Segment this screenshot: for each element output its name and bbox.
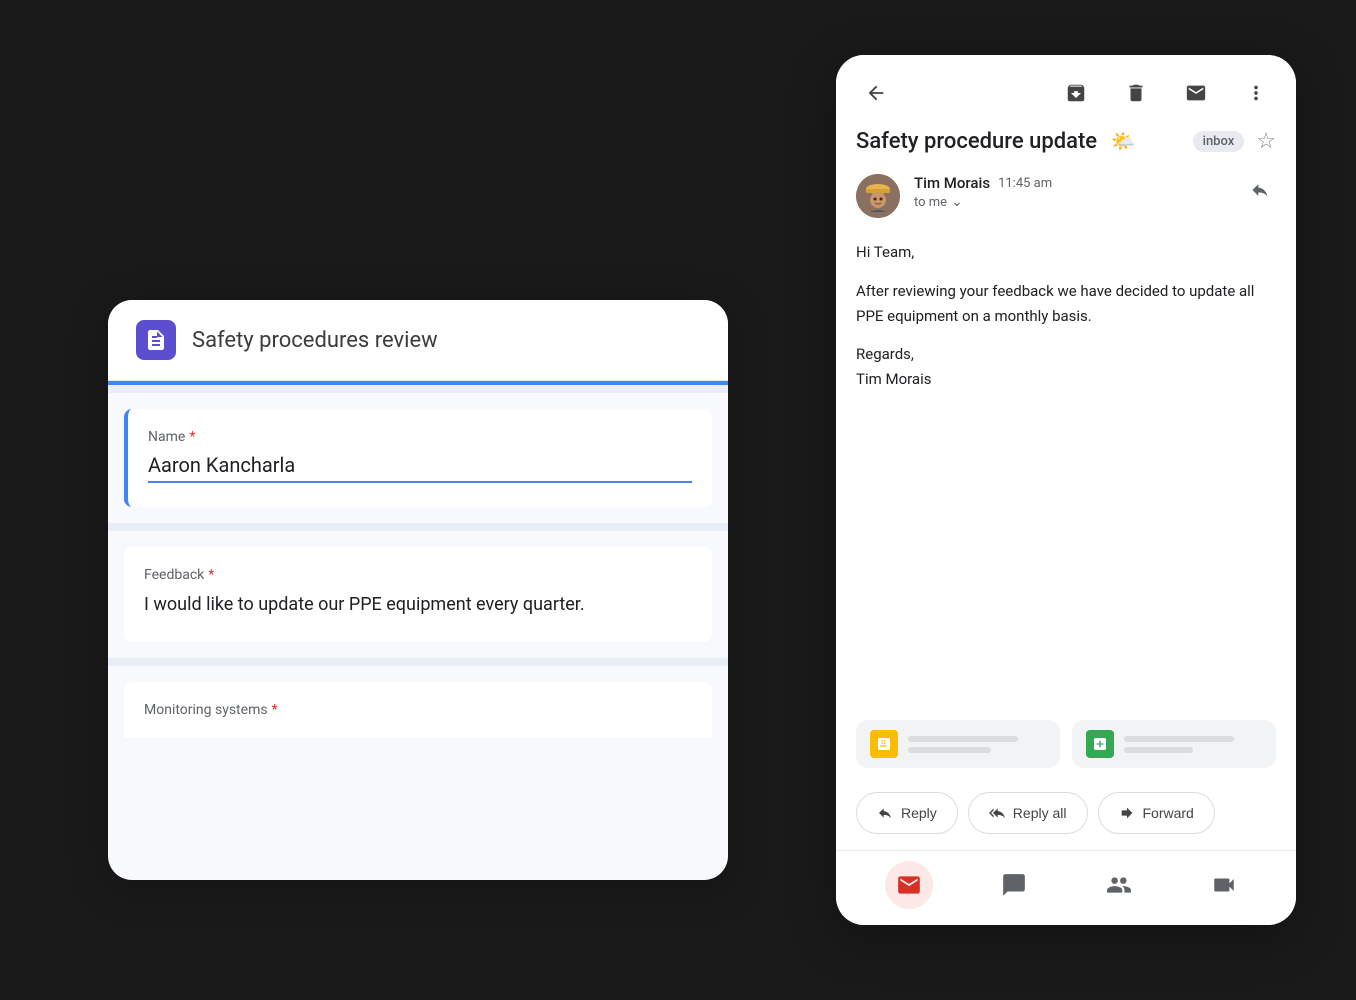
feedback-value[interactable]: I would like to update our PPE equipment… (144, 591, 692, 618)
avatar (856, 174, 900, 218)
more-options-button[interactable] (1236, 73, 1276, 113)
sender-name: Tim Morais (914, 174, 990, 192)
email-subject: Safety procedure update 🌤️ (856, 129, 1181, 154)
email-bottom-nav (836, 850, 1296, 925)
nav-chat-button[interactable] (990, 861, 1038, 909)
monitoring-field-section[interactable]: Monitoring systems* (124, 682, 712, 738)
chevron-down-icon[interactable]: ⌄ (951, 194, 963, 210)
attachment-2[interactable] (1072, 720, 1276, 768)
nav-mail-icon (896, 872, 922, 898)
emoji-decoration: 🌤️ (1111, 129, 1136, 153)
nav-meet-button[interactable] (1200, 861, 1248, 909)
forms-card: Safety procedures review Name* Aaron Kan… (108, 300, 728, 880)
nav-meet-icon (1211, 872, 1237, 898)
reply-buttons-row: Reply Reply all Forward (836, 784, 1296, 850)
attachment-1-preview (908, 736, 1046, 753)
attachments-row (836, 720, 1296, 784)
email-subject-row: Safety procedure update 🌤️ inbox ☆ (836, 123, 1296, 164)
sender-info: Tim Morais 11:45 am to me ⌄ (914, 174, 1230, 210)
forward-button[interactable]: Forward (1098, 792, 1215, 834)
more-vert-icon (1245, 82, 1267, 104)
nav-spaces-button[interactable] (1095, 861, 1143, 909)
inbox-badge: inbox (1193, 131, 1245, 152)
reply-btn-icon (877, 805, 893, 821)
forms-row-bg-mid (108, 523, 728, 531)
back-button[interactable] (856, 73, 896, 113)
star-button[interactable]: ☆ (1256, 129, 1276, 154)
email-body: Hi Team, After reviewing your feedback w… (836, 228, 1296, 720)
reply-all-button[interactable]: Reply all (968, 792, 1088, 834)
avatar-image (856, 174, 900, 218)
toolbar-right (1056, 73, 1276, 113)
forms-row-bg-bot (108, 658, 728, 666)
forms-row-bg-top (108, 385, 728, 393)
nav-mail-button[interactable] (885, 861, 933, 909)
attachment-2-icon (1086, 730, 1114, 758)
sender-to-row[interactable]: to me ⌄ (914, 194, 1230, 210)
sheets-icon (876, 736, 892, 752)
nav-spaces-icon (1106, 872, 1132, 898)
feedback-field-section[interactable]: Feedback* I would like to update our PPE… (124, 547, 712, 642)
feedback-label: Feedback* (144, 567, 692, 583)
sender-time: 11:45 am (998, 176, 1052, 191)
back-arrow-icon (865, 82, 887, 104)
reply-button[interactable]: Reply (856, 792, 958, 834)
email-body-text: Hi Team, After reviewing your feedback w… (856, 240, 1276, 392)
email-toolbar (836, 55, 1296, 123)
forms-header: Safety procedures review (108, 300, 728, 381)
nav-chat-icon (1001, 872, 1027, 898)
delete-button[interactable] (1116, 73, 1156, 113)
attachment-1[interactable] (856, 720, 1060, 768)
sender-name-row: Tim Morais 11:45 am (914, 174, 1230, 192)
attachment-2-preview (1124, 736, 1262, 753)
mark-mail-button[interactable] (1176, 73, 1216, 113)
email-card: Safety procedure update 🌤️ inbox ☆ (836, 55, 1296, 925)
forms-document-icon (144, 328, 168, 352)
forms-icon (136, 320, 176, 360)
email-sender-row: Tim Morais 11:45 am to me ⌄ (836, 164, 1296, 228)
reply-all-btn-icon (989, 805, 1005, 821)
mail-icon (1185, 82, 1207, 104)
reply-icon (1250, 180, 1270, 200)
name-label: Name* (148, 429, 692, 445)
attachment-1-icon (870, 730, 898, 758)
forms-title: Safety procedures review (192, 328, 438, 353)
monitoring-label: Monitoring systems* (144, 702, 692, 718)
trash-icon (1125, 82, 1147, 104)
name-value[interactable]: Aaron Kancharla (148, 453, 692, 483)
archive-button[interactable] (1056, 73, 1096, 113)
toolbar-left (856, 73, 896, 113)
quick-reply-button[interactable] (1244, 174, 1276, 206)
add-icon (1092, 736, 1108, 752)
forward-btn-icon (1119, 805, 1135, 821)
archive-icon (1065, 82, 1087, 104)
name-field-section[interactable]: Name* Aaron Kancharla (124, 409, 712, 507)
